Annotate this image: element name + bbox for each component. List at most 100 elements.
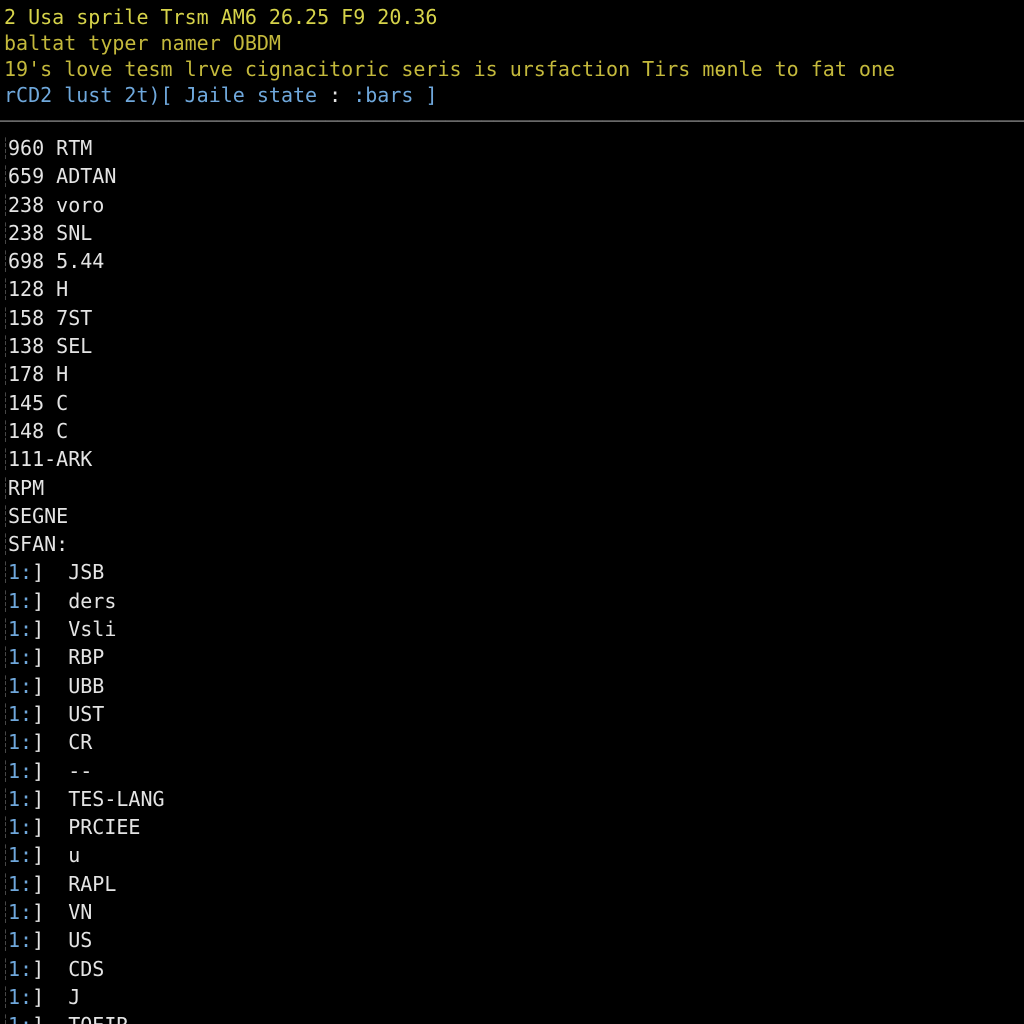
- row-number: 659: [8, 164, 44, 188]
- list-item[interactable]: 1:] PRCIEE: [8, 813, 165, 841]
- row-label: RPM: [8, 476, 44, 500]
- row-label: TOEIR: [44, 1013, 128, 1024]
- index-marker: 1:: [8, 872, 32, 896]
- index-marker: 1:: [8, 1013, 32, 1024]
- list-item[interactable]: 960 RTM: [8, 134, 165, 162]
- row-label: SFAN:: [8, 532, 68, 556]
- bracket-icon: ]: [32, 815, 44, 839]
- bracket-icon: ]: [32, 730, 44, 754]
- row-label: voro: [44, 193, 104, 217]
- row-number: 111: [8, 447, 44, 471]
- prompt-line[interactable]: rCD2 lust 2t)[ Jaile state : :bars ]: [4, 82, 1024, 108]
- bracket-icon: ]: [32, 702, 44, 726]
- row-label: 5.44: [44, 249, 104, 273]
- index-marker: 1:: [8, 815, 32, 839]
- index-marker: 1:: [8, 787, 32, 811]
- bracket-icon: ]: [32, 759, 44, 783]
- bracket-icon: ]: [32, 957, 44, 981]
- list-item[interactable]: 1:] US: [8, 926, 165, 954]
- header-line-2: baltat typer namer OBDM: [4, 30, 1024, 56]
- list-item[interactable]: 138 SEL: [8, 332, 165, 360]
- index-marker: 1:: [8, 617, 32, 641]
- bracket-icon: ]: [32, 1013, 44, 1024]
- list-item[interactable]: RPM: [8, 474, 165, 502]
- row-label: RBP: [44, 645, 104, 669]
- row-number: 698: [8, 249, 44, 273]
- list-item[interactable]: SFAN:: [8, 530, 165, 558]
- list-item[interactable]: 1:] Vsli: [8, 615, 165, 643]
- row-label: CR: [44, 730, 92, 754]
- row-number: 158: [8, 306, 44, 330]
- row-label: US: [44, 928, 92, 952]
- row-label: UST: [44, 702, 104, 726]
- bracket-icon: ]: [32, 787, 44, 811]
- row-number: 145: [8, 391, 44, 415]
- list-item[interactable]: 698 5.44: [8, 247, 165, 275]
- header-line-3: 19's love tesm lrve cignacitoric seris i…: [4, 56, 1024, 82]
- list-item[interactable]: 1:] TES-LANG: [8, 785, 165, 813]
- header-line-2-text: baltat typer namer OBDM: [4, 31, 281, 55]
- row-label: C: [44, 419, 68, 443]
- list-item[interactable]: 158 7ST: [8, 304, 165, 332]
- list-item[interactable]: 1:] RAPL: [8, 870, 165, 898]
- list-item[interactable]: 1:] VN: [8, 898, 165, 926]
- row-label: RTM: [44, 136, 92, 160]
- row-number: 148: [8, 419, 44, 443]
- header-line-3-text: 19's love tesm lrve cignacitoric seris i…: [4, 57, 895, 81]
- list-item[interactable]: 1:] CR: [8, 728, 165, 756]
- list-item[interactable]: 1:] RBP: [8, 643, 165, 671]
- terminal-header: 2 Usa sprile Trsm AM6 26.25 F9 20.36 bal…: [0, 4, 1024, 108]
- bracket-icon: ]: [32, 560, 44, 584]
- index-marker: 1:: [8, 560, 32, 584]
- header-line-1-text: 2 Usa sprile Trsm AM6 26.25 F9 20.36: [4, 5, 437, 29]
- list-item[interactable]: 111-ARK: [8, 445, 165, 473]
- index-marker: 1:: [8, 645, 32, 669]
- list-item[interactable]: 178 H: [8, 360, 165, 388]
- list-item[interactable]: 1:] UBB: [8, 672, 165, 700]
- index-marker: 1:: [8, 730, 32, 754]
- list-item[interactable]: 1:] TOEIR: [8, 1011, 165, 1024]
- list-item[interactable]: 128 H: [8, 275, 165, 303]
- row-label: SEGNE: [8, 504, 68, 528]
- terminal-body: ┊ ┊ ┊ ┊ ┊ ┊ ┊ ┊ ┊ ┊ ┊ ┊ ┊ ┊ ┊ ┊ ┊ ┊ ┊ ┊ …: [0, 134, 1024, 1024]
- list-item[interactable]: 1:] ders: [8, 587, 165, 615]
- list-item[interactable]: 1:] --: [8, 757, 165, 785]
- row-number: 238: [8, 193, 44, 217]
- index-marker: 1:: [8, 674, 32, 698]
- bracket-icon: ]: [32, 900, 44, 924]
- list-item[interactable]: 1:] JSB: [8, 558, 165, 586]
- list-item[interactable]: 238 voro: [8, 191, 165, 219]
- row-label: -ARK: [44, 447, 92, 471]
- bracket-icon: ]: [32, 645, 44, 669]
- index-marker: 1:: [8, 702, 32, 726]
- list-item[interactable]: 1:] u: [8, 841, 165, 869]
- row-label: C: [44, 391, 68, 415]
- prompt-right: :bars ]: [353, 83, 437, 107]
- output-content[interactable]: 960 RTM659 ADTAN238 voro238 SNL698 5.441…: [6, 134, 165, 1024]
- prompt-left: rCD2 lust 2t)[: [4, 83, 173, 107]
- index-marker: 1:: [8, 985, 32, 1009]
- row-label: 7ST: [44, 306, 92, 330]
- index-marker: 1:: [8, 928, 32, 952]
- row-label: H: [44, 277, 68, 301]
- index-marker: 1:: [8, 589, 32, 613]
- index-marker: 1:: [8, 759, 32, 783]
- list-item[interactable]: 659 ADTAN: [8, 162, 165, 190]
- list-item[interactable]: 1:] J: [8, 983, 165, 1011]
- row-label: VN: [44, 900, 92, 924]
- horizontal-divider: ────────────────────────────────────────…: [0, 108, 1024, 134]
- row-label: u: [44, 843, 80, 867]
- terminal-window[interactable]: 2 Usa sprile Trsm AM6 26.25 F9 20.36 bal…: [0, 0, 1024, 1024]
- row-number: 128: [8, 277, 44, 301]
- list-item[interactable]: 1:] UST: [8, 700, 165, 728]
- list-item[interactable]: SEGNE: [8, 502, 165, 530]
- list-item[interactable]: 145 C: [8, 389, 165, 417]
- row-number: 238: [8, 221, 44, 245]
- list-item[interactable]: 1:] CDS: [8, 955, 165, 983]
- row-label: RAPL: [44, 872, 116, 896]
- list-item[interactable]: 148 C: [8, 417, 165, 445]
- row-label: --: [44, 759, 92, 783]
- header-line-1: 2 Usa sprile Trsm AM6 26.25 F9 20.36: [4, 4, 1024, 30]
- row-label: PRCIEE: [44, 815, 140, 839]
- list-item[interactable]: 238 SNL: [8, 219, 165, 247]
